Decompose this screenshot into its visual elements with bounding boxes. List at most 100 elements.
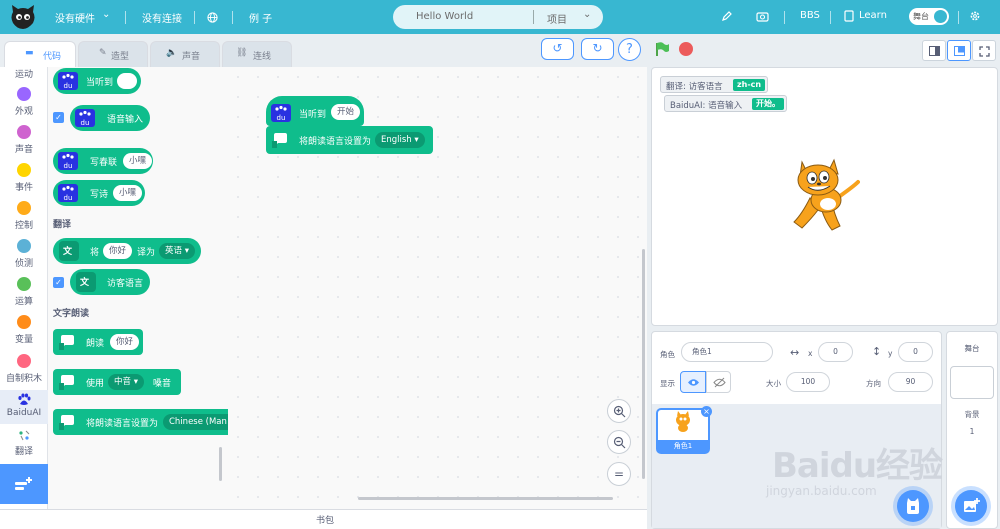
chevron-down-icon[interactable]: ⌄	[583, 9, 591, 20]
add-backdrop-button[interactable]	[955, 490, 987, 522]
x-input[interactable]: 0	[818, 342, 853, 362]
zoom-in-icon	[613, 405, 626, 418]
block-input[interactable]: 小嘿	[113, 185, 143, 201]
zoom-out-button[interactable]	[607, 430, 631, 454]
monitor-value: zh-cn	[733, 79, 766, 91]
size-input[interactable]: 100	[786, 372, 830, 392]
zoom-in-button[interactable]	[607, 399, 631, 423]
monitor-checkbox[interactable]: ✓	[53, 277, 64, 288]
block-input[interactable]: 你好	[103, 243, 133, 259]
y-label: y	[888, 349, 893, 358]
add-sprite-button[interactable]	[897, 490, 929, 522]
category-looks[interactable]: 外观	[0, 87, 48, 117]
hardware-menu[interactable]: 没有硬件	[55, 10, 95, 25]
examples-menu[interactable]: 例 子	[249, 10, 272, 25]
globe-icon[interactable]	[207, 12, 218, 23]
language-dropdown[interactable]: English ▾	[375, 132, 425, 148]
language-dropdown[interactable]: Chinese (Man	[163, 414, 233, 430]
category-events[interactable]: 事件	[0, 163, 48, 193]
green-flag-icon[interactable]	[654, 41, 670, 57]
tab-code[interactable]: ▬ 代码	[4, 41, 76, 68]
script-horizontal-scrollbar[interactable]	[358, 497, 613, 500]
pencil-icon[interactable]	[721, 10, 733, 22]
small-stage-button[interactable]	[922, 40, 946, 61]
category-variables[interactable]: 变量	[0, 315, 48, 345]
block-input[interactable]: 你好	[110, 334, 140, 350]
block-translate[interactable]: 文 将 你好 译为 英语 ▾	[53, 238, 201, 264]
block-label: 朗读	[86, 339, 105, 349]
monitor-voice-input[interactable]: BaiduAI: 语音输入 开始。	[664, 95, 787, 112]
stage-mode-toggle[interactable]: 舞台	[909, 8, 949, 25]
cat-sprite[interactable]	[788, 156, 860, 236]
category-motion[interactable]: 运动	[0, 67, 48, 80]
baidu-du-icon: du	[58, 72, 78, 90]
script-block-when-heard[interactable]: du 当听到 开始	[266, 96, 364, 126]
stop-button[interactable]	[679, 42, 693, 56]
tab-wiring[interactable]: ⛓ 连线	[222, 41, 292, 67]
backdrop-thumbnail[interactable]	[950, 366, 994, 399]
help-button[interactable]: ?	[618, 38, 641, 61]
category-label: 运动	[14, 70, 33, 80]
category-operators[interactable]: 运算	[0, 277, 48, 307]
category-baiduai[interactable]: BaiduAI	[0, 390, 48, 424]
add-extension-icon	[15, 477, 32, 490]
bbs-link[interactable]: BBS	[800, 10, 820, 21]
undo-button[interactable]: ↺	[541, 38, 574, 60]
divider	[194, 11, 195, 24]
tab-costumes[interactable]: ✎ 造型	[78, 41, 148, 67]
block-set-language[interactable]: 将朗读语言设置为 Chinese (Man	[53, 409, 233, 435]
block-visitor-language[interactable]: 文 访客语言	[70, 269, 150, 295]
project-menu[interactable]: 项目	[547, 11, 567, 26]
category-dot	[17, 125, 31, 139]
palette-scrollbar[interactable]	[219, 447, 222, 481]
fullscreen-button[interactable]	[972, 40, 996, 61]
gear-icon[interactable]	[969, 10, 981, 22]
zoom-reset-button[interactable]: =	[607, 462, 631, 486]
category-sensing[interactable]: 侦测	[0, 239, 48, 269]
sprite-thumbnail[interactable]: 角色1 ×	[656, 406, 712, 454]
category-dot	[17, 277, 31, 291]
block-input-empty[interactable]	[117, 73, 137, 89]
block-label: 译为	[137, 248, 156, 258]
show-visible-button[interactable]	[680, 371, 706, 393]
script-block-set-language[interactable]: 将朗读语言设置为 English ▾	[266, 126, 433, 154]
delete-sprite-button[interactable]: ×	[701, 406, 712, 417]
block-set-voice[interactable]: 使用 中音 ▾ 嗓音	[53, 369, 181, 395]
block-speak[interactable]: 朗读 你好	[53, 329, 143, 355]
direction-input[interactable]: 90	[888, 372, 933, 392]
connection-menu[interactable]: 没有连接	[142, 10, 182, 25]
backpack[interactable]: 书包	[0, 509, 647, 529]
block-voice-input[interactable]: du 语音输入	[70, 105, 150, 131]
chevron-down-icon[interactable]: ⌄	[102, 9, 110, 20]
y-value: 0	[913, 347, 918, 356]
category-sound[interactable]: 声音	[0, 125, 48, 155]
monitor-visitor-language[interactable]: 翻译: 访客语言 zh-cn	[660, 76, 768, 93]
block-write-couplet[interactable]: du 写春联 小嘿	[53, 148, 153, 174]
voice-dropdown[interactable]: 中音 ▾	[108, 374, 144, 390]
y-input[interactable]: 0	[898, 342, 933, 362]
block-input[interactable]: 小嘿	[123, 153, 153, 169]
sprite-name-input[interactable]: 角色1	[681, 342, 773, 362]
normal-stage-button[interactable]	[947, 40, 971, 61]
redo-button[interactable]: ↻	[581, 38, 614, 60]
monitor-checkbox[interactable]: ✓	[53, 112, 64, 123]
category-control[interactable]: 控制	[0, 201, 48, 231]
category-translate[interactable]: 翻译	[0, 429, 48, 457]
tab-sounds[interactable]: 🔈 声音	[150, 41, 220, 67]
block-when-heard[interactable]: du 当听到	[53, 68, 141, 94]
kitten-logo[interactable]	[8, 4, 38, 30]
block-write-poem[interactable]: du 写诗 小嘿	[53, 180, 145, 206]
book-icon[interactable]	[844, 10, 854, 22]
learn-link[interactable]: Learn	[859, 10, 887, 21]
script-vertical-scrollbar[interactable]	[642, 249, 645, 479]
x-value: 0	[833, 347, 838, 356]
block-input[interactable]: 开始	[331, 104, 361, 120]
add-extension-button[interactable]	[0, 464, 48, 504]
language-dropdown[interactable]: 英语 ▾	[159, 243, 195, 259]
translate-icon	[19, 430, 30, 441]
show-hidden-button[interactable]	[706, 371, 731, 393]
category-dot	[17, 315, 31, 329]
project-name-input[interactable]: Hello World	[416, 11, 473, 22]
category-my-blocks[interactable]: 自制积木	[0, 354, 48, 384]
camera-icon[interactable]	[756, 10, 769, 22]
